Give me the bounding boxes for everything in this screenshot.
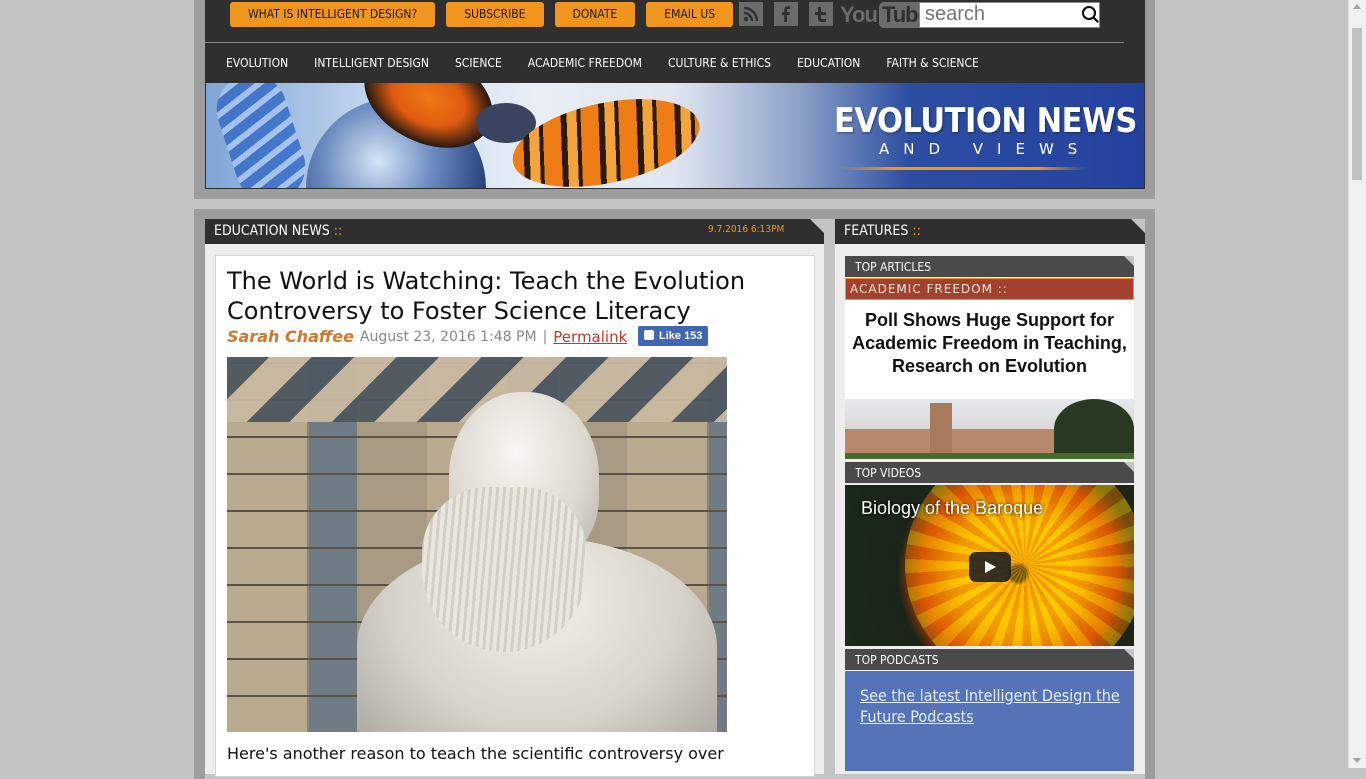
social-links <box>739 2 833 26</box>
rss-icon[interactable] <box>739 2 763 26</box>
nav-education[interactable]: EDUCATION <box>784 44 873 82</box>
facebook-icon[interactable] <box>774 2 798 26</box>
section-title: FEATURES <box>844 223 909 239</box>
category-label: ACADEMIC FREEDOM :: <box>850 282 1008 296</box>
site-banner[interactable]: EVOLUTION NEWS AND VIEWS <box>206 83 1144 188</box>
timestamp: 9.7.2016 6:13PM <box>708 224 785 235</box>
search-icon[interactable] <box>1082 6 1096 20</box>
article-body: Here's another reason to teach the scien… <box>227 744 724 763</box>
butterfly-wing-right <box>504 84 708 188</box>
section-title: EDUCATION NEWS <box>214 223 330 239</box>
email-us-button[interactable]: EMAIL US <box>646 2 734 27</box>
campus-grass <box>845 453 1134 459</box>
header-corner <box>810 219 824 233</box>
main-nav: EVOLUTION INTELLIGENT DESIGN SCIENCE ACA… <box>205 44 1145 82</box>
scroll-thumb[interactable] <box>1352 28 1362 180</box>
top-articles-label: TOP ARTICLES <box>855 260 932 274</box>
byline: Sarah Chaffee August 23, 2016 1:48 PM | … <box>227 327 627 346</box>
header-divider <box>205 42 1124 43</box>
scroll-down-icon[interactable] <box>1353 758 1361 763</box>
what-is-id-button[interactable]: WHAT IS INTELLIGENT DESIGN? <box>230 2 436 27</box>
like-count: Like 153 <box>659 330 703 342</box>
campus-image <box>845 399 1134 459</box>
top-videos-header: TOP VIDEOS <box>845 462 1134 483</box>
facebook-like-button[interactable]: Like 153 <box>638 326 709 346</box>
darwin-statue-image <box>227 357 727 732</box>
top-podcasts-label: TOP PODCASTS <box>855 653 939 667</box>
article: The World is Watching: Teach the Evoluti… <box>215 255 815 777</box>
top-article-card[interactable]: Poll Shows Huge Support for Academic Fre… <box>845 300 1134 459</box>
youtube-you: You <box>840 2 878 27</box>
twitter-icon[interactable] <box>809 2 833 26</box>
search-input[interactable] <box>920 3 1075 25</box>
section-dots: :: <box>912 223 921 239</box>
nav-culture-ethics[interactable]: CULTURE & ETHICS <box>655 44 784 82</box>
video-player[interactable]: Biology of the Baroque <box>845 485 1134 646</box>
article-date: August 23, 2016 1:48 PM <box>359 328 537 345</box>
section-dots: :: <box>333 223 343 239</box>
top-podcasts-header: TOP PODCASTS <box>845 649 1134 670</box>
academic-freedom-category[interactable]: ACADEMIC FREEDOM :: <box>845 278 1134 300</box>
search-box <box>919 2 1100 28</box>
top-button-bar: WHAT IS INTELLIGENT DESIGN? SUBSCRIBE DO… <box>230 2 734 27</box>
vertical-scrollbar[interactable] <box>1348 0 1366 768</box>
header-corner <box>1124 256 1134 266</box>
top-article-headline[interactable]: Poll Shows Huge Support for Academic Fre… <box>845 309 1134 378</box>
features-header: FEATURES:: <box>835 219 1145 244</box>
top-articles-header: TOP ARTICLES <box>845 256 1134 277</box>
nav-evolution[interactable]: EVOLUTION <box>205 44 301 82</box>
nav-academic-freedom[interactable]: ACADEMIC FREEDOM <box>515 44 655 82</box>
header-corner <box>1131 219 1145 233</box>
subscribe-button[interactable]: SUBSCRIBE <box>446 2 544 27</box>
nav-intelligent-design[interactable]: INTELLIGENT DESIGN <box>301 44 442 82</box>
podcast-panel: See the latest Intelligent Design the Fu… <box>845 671 1134 771</box>
permalink[interactable]: Permalink <box>553 328 627 346</box>
author-link[interactable]: Sarah Chaffee <box>227 327 354 346</box>
video-title[interactable]: Biology of the Baroque <box>861 498 1043 519</box>
site-logo-title: EVOLUTION NEWS <box>834 101 1137 141</box>
top-videos-label: TOP VIDEOS <box>855 466 922 480</box>
dna-illustration <box>207 83 315 188</box>
donate-button[interactable]: DONATE <box>554 2 636 27</box>
thumbs-up-icon <box>644 330 654 340</box>
play-icon[interactable] <box>969 552 1011 582</box>
header-corner <box>1124 462 1134 472</box>
byline-separator: | <box>542 328 548 345</box>
scroll-up-icon[interactable] <box>1353 4 1361 9</box>
logo-underline <box>839 167 1087 170</box>
campus-tower <box>930 403 952 459</box>
statue-beard <box>422 487 587 652</box>
campus-tree <box>1054 399 1134 459</box>
nav-science[interactable]: SCIENCE <box>442 44 515 82</box>
article-title[interactable]: The World is Watching: Teach the Evoluti… <box>227 266 787 326</box>
header-corner <box>1124 649 1134 659</box>
nav-faith-science[interactable]: FAITH & SCIENCE <box>873 44 992 82</box>
podcast-link[interactable]: See the latest Intelligent Design the Fu… <box>860 685 1125 727</box>
site-logo-subtitle: AND VIEWS <box>879 140 1092 158</box>
